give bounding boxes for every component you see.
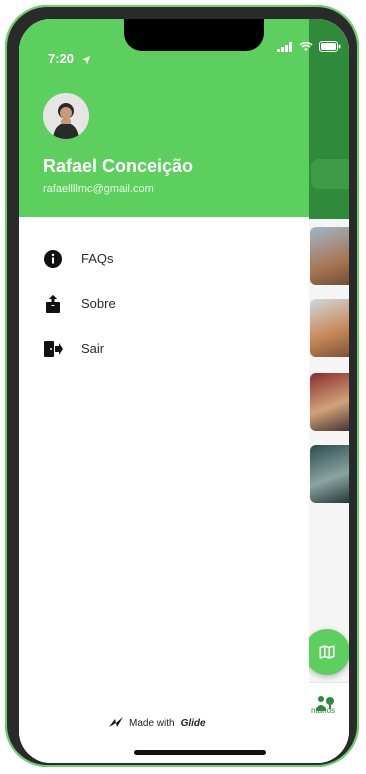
avatar[interactable] — [43, 93, 89, 139]
info-icon — [43, 249, 63, 269]
phone-frame: ntários 7:20 Rafael Conceição rafaellllm… — [5, 5, 359, 767]
user-name: Rafael Conceição — [43, 156, 194, 176]
signal-icon — [277, 41, 292, 52]
background-card-2[interactable] — [310, 299, 349, 357]
share-icon — [43, 294, 63, 314]
battery-icon — [319, 41, 341, 52]
exit-icon — [43, 339, 63, 359]
menu-item-sobre[interactable]: Sobre — [19, 281, 309, 326]
glide-brand-text: Glide — [180, 717, 206, 729]
screen: ntários 7:20 Rafael Conceição rafaellllm… — [19, 19, 349, 763]
background-card-4[interactable] — [310, 445, 349, 503]
drawer-menu: FAQs Sobre Sair — [19, 236, 309, 371]
background-search-bar[interactable] — [311, 159, 349, 189]
user-email: rafaellllmc@gmail.com — [43, 183, 154, 195]
device-notch — [124, 19, 264, 51]
home-indicator — [134, 750, 266, 755]
background-tab-label[interactable]: ntários — [311, 706, 335, 715]
made-with-text: Made with — [129, 717, 175, 729]
navigation-drawer: 7:20 Rafael Conceição rafaellllmc@gmail.… — [19, 19, 309, 763]
made-with-glide-link[interactable]: Made with Glide — [109, 717, 206, 729]
menu-item-faqs[interactable]: FAQs — [19, 236, 309, 281]
menu-item-label: Sair — [81, 341, 105, 356]
location-arrow-icon — [81, 55, 90, 65]
glide-logo-icon — [109, 717, 123, 727]
avatar-photo — [43, 93, 89, 139]
status-icons — [277, 41, 341, 52]
wifi-icon — [299, 41, 313, 51]
background-card-3[interactable] — [310, 373, 349, 431]
menu-item-sair[interactable]: Sair — [19, 326, 309, 371]
status-time: 7:20 — [48, 51, 91, 66]
menu-item-label: FAQs — [81, 251, 114, 266]
map-icon — [319, 645, 335, 659]
background-card-1[interactable] — [310, 227, 349, 285]
menu-item-label: Sobre — [81, 296, 116, 311]
map-fab-button[interactable] — [304, 629, 349, 675]
